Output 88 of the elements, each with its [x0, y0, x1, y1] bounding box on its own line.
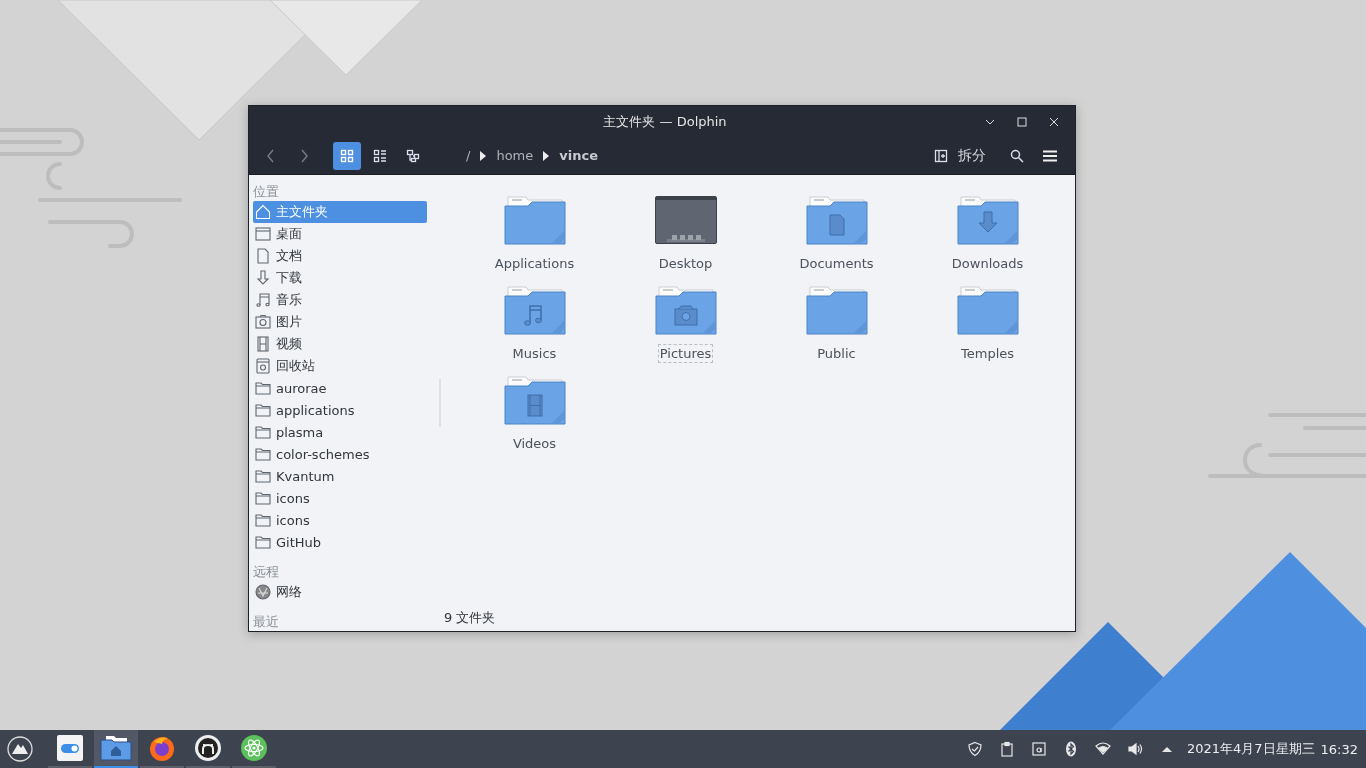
sidebar-section-heading: 远程 — [253, 563, 280, 581]
film-icon — [255, 336, 271, 352]
desktop-icon — [654, 195, 717, 245]
file-item[interactable]: Pictures — [610, 285, 761, 363]
home-folder-icon — [100, 735, 132, 761]
sidebar-item[interactable]: applications — [253, 399, 427, 421]
file-name: Temples — [960, 345, 1015, 363]
file-name: Musics — [511, 345, 558, 363]
sidebar-item[interactable]: 音乐 — [253, 289, 427, 311]
icons-view-button[interactable] — [333, 141, 361, 170]
sidebar-section-heading: 位置 — [253, 183, 280, 201]
folder-icon — [255, 512, 271, 528]
split-button[interactable]: 拆分 — [931, 141, 989, 170]
sidebar-item[interactable]: icons — [253, 509, 427, 531]
folder-icon — [805, 285, 868, 335]
camera-icon — [255, 314, 271, 330]
folder-icon — [503, 195, 566, 245]
folder-icon — [255, 446, 271, 462]
file-name: Downloads — [950, 255, 1025, 273]
file-name: Pictures — [657, 344, 714, 363]
breadcrumb-item[interactable]: / — [466, 148, 471, 163]
folder-icon — [255, 468, 271, 484]
folder-icon — [255, 402, 271, 418]
folder-icon — [255, 490, 271, 506]
folder-icon — [805, 195, 868, 245]
folder-icon — [503, 285, 566, 335]
file-item[interactable]: Temples — [912, 285, 1063, 363]
trash-icon — [255, 358, 271, 374]
sidebar-item[interactable]: aurorae — [253, 377, 427, 399]
download-icon — [255, 270, 271, 286]
breadcrumb-item[interactable]: vince — [559, 148, 598, 163]
sidebar-item[interactable]: color-schemes — [253, 443, 427, 465]
folder-icon — [956, 285, 1019, 335]
sidebar-item[interactable]: 图片 — [253, 311, 427, 333]
music-note-icon — [255, 292, 271, 308]
sidebar-item[interactable]: 回收站 — [253, 355, 427, 377]
sidebar-item[interactable]: 网络 — [253, 581, 427, 603]
file-item[interactable]: Applications — [459, 195, 610, 273]
search-icon — [1010, 148, 1024, 163]
folder-icon — [503, 375, 566, 425]
file-item[interactable]: Videos — [459, 375, 610, 453]
sidebar-item[interactable]: 视频 — [253, 333, 427, 355]
split-view-icon — [934, 148, 948, 163]
file-item[interactable]: Musics — [459, 285, 610, 363]
folder-icon — [956, 195, 1019, 245]
folder-icon — [255, 380, 271, 396]
file-item[interactable]: Downloads — [912, 195, 1063, 273]
file-name: Documents — [798, 255, 875, 273]
file-name: Desktop — [657, 255, 714, 273]
mountain-logo-icon — [7, 736, 33, 762]
file-item[interactable]: Public — [761, 285, 912, 363]
sidebar-item[interactable]: GitHub — [253, 531, 427, 553]
window-icon — [255, 226, 271, 242]
breadcrumb-item[interactable]: home — [496, 148, 534, 163]
file-item[interactable]: Desktop — [610, 195, 761, 273]
file-name: Videos — [511, 435, 558, 453]
list-icon — [373, 148, 387, 163]
clock-time[interactable]: 16:32 — [1320, 741, 1358, 757]
atom-icon — [240, 734, 268, 762]
sidebar-section-heading: 最近 — [253, 613, 280, 631]
sidebar-item[interactable]: Kvantum — [253, 465, 427, 487]
file-manager-app-button[interactable] — [94, 730, 138, 768]
house-icon — [255, 204, 271, 220]
close-icon — [1049, 116, 1059, 127]
document-icon — [255, 248, 271, 264]
breadcrumb-arrow-icon — [543, 150, 550, 161]
folder-icon — [255, 534, 271, 550]
maximize-icon — [1017, 116, 1027, 127]
toggle-switch-icon — [57, 735, 83, 761]
window-title: 主文件夹 — Dolphin — [602, 112, 728, 131]
file-name: Applications — [493, 255, 576, 273]
breadcrumb-arrow-icon — [480, 150, 487, 161]
file-item[interactable]: Documents — [761, 195, 912, 273]
clock-date[interactable]: 2021年4月7日星期三 — [1186, 740, 1315, 758]
sidebar-item[interactable]: 桌面 — [253, 223, 427, 245]
folder-icon — [654, 285, 717, 335]
status-text: 9 文件夹 — [444, 609, 496, 627]
folder-icon — [255, 424, 271, 440]
browser-logo-icon — [148, 734, 176, 762]
grid-icon — [340, 148, 354, 163]
sidebar-item[interactable]: icons — [253, 487, 427, 509]
sidebar-item[interactable]: plasma — [253, 421, 427, 443]
sidebar-item[interactable]: 文档 — [253, 245, 427, 267]
menu-icon — [1043, 149, 1057, 162]
sidebar-item[interactable]: 下载 — [253, 267, 427, 289]
network-icon — [255, 584, 271, 600]
tree-icon — [406, 148, 420, 163]
file-name: Public — [816, 345, 857, 363]
